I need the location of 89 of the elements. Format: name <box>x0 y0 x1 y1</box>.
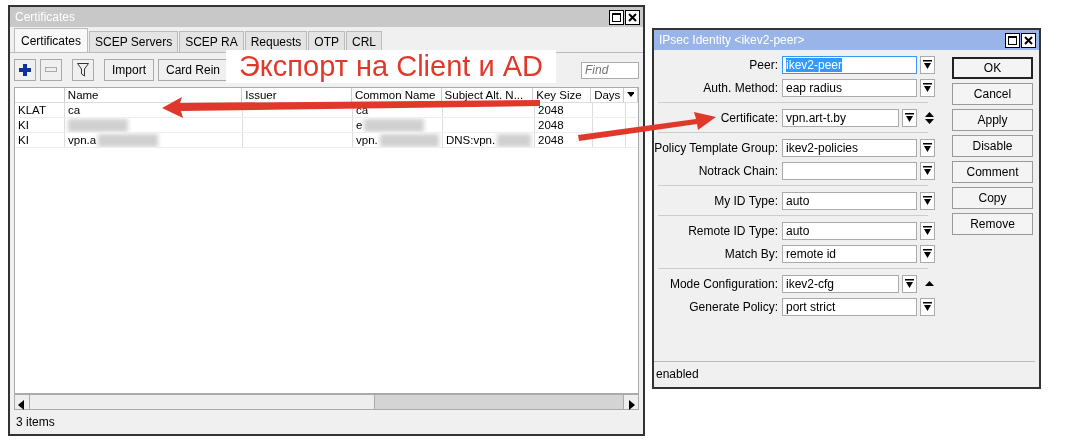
dropdown-icon <box>923 195 932 206</box>
text-field[interactable]: port strict <box>782 297 917 316</box>
search-field[interactable]: Find <box>581 61 639 79</box>
field-label: Match By: <box>723 245 779 263</box>
dialog-button[interactable]: Comment <box>952 161 1033 183</box>
field-label: Certificate: <box>719 109 779 127</box>
dialog-button[interactable]: Remove <box>952 213 1033 235</box>
table-cell: 2048 <box>538 133 564 147</box>
dialog-button[interactable]: Apply <box>952 109 1033 131</box>
maximize-icon <box>1008 35 1017 45</box>
dialog-button[interactable]: Cancel <box>952 83 1033 105</box>
text-field[interactable]: auto <box>782 191 917 210</box>
dropdown-button[interactable] <box>920 297 935 316</box>
maximize-button[interactable] <box>1005 32 1020 48</box>
table-cell: ca <box>356 103 369 117</box>
tab[interactable]: SCEP Servers <box>89 31 179 52</box>
annotation-text: Экспорт на Client и AD <box>239 49 543 84</box>
window-title: IPsec Identity <ikev2-peer> <box>659 32 805 49</box>
close-button[interactable] <box>1021 32 1036 48</box>
dropdown-button[interactable] <box>920 78 935 97</box>
text-field[interactable] <box>782 161 917 180</box>
table-cell: vpn.a <box>68 133 97 147</box>
field-label: Generate Policy: <box>688 298 779 316</box>
dropdown-icon <box>923 165 932 176</box>
table-cell: KI <box>18 118 29 132</box>
text-field[interactable]: vpn.art-t.by <box>782 108 899 127</box>
field-label: Policy Template Group: <box>654 139 779 157</box>
plus-icon <box>19 64 31 76</box>
dropdown-button[interactable] <box>920 138 935 157</box>
tab[interactable]: CRL <box>346 31 383 52</box>
table-cell: 2048 <box>538 118 564 132</box>
text-field[interactable]: remote id <box>782 244 917 263</box>
status-text: enabled <box>656 367 699 381</box>
status-text: 3 items <box>15 414 56 431</box>
text-field[interactable]: ikev2-policies <box>782 138 917 157</box>
dropdown-icon <box>905 278 914 289</box>
maximize-button[interactable] <box>609 9 624 25</box>
dropdown-button[interactable] <box>902 274 917 293</box>
horizontal-scrollbar[interactable] <box>14 394 639 410</box>
field-label: My ID Type: <box>713 192 779 210</box>
field-label: Auth. Method: <box>702 79 779 97</box>
close-icon <box>1024 35 1033 45</box>
dropdown-icon <box>905 112 914 123</box>
field-label: Peer: <box>748 56 779 74</box>
scrollbar-thumb[interactable] <box>373 395 623 409</box>
dropdown-button[interactable] <box>920 244 935 263</box>
tab[interactable]: SCEP RA <box>179 31 244 52</box>
filter-button[interactable] <box>72 59 94 81</box>
dropdown-button[interactable] <box>920 191 935 210</box>
field-label: Mode Configuration: <box>668 275 779 293</box>
tab[interactable]: OTP <box>308 31 345 52</box>
toolbar-button[interactable]: Card Rein <box>158 59 229 81</box>
field-label: Notrack Chain: <box>697 162 779 180</box>
dialog-button[interactable]: OK <box>952 57 1033 79</box>
table-cell: e <box>356 118 363 132</box>
text-field[interactable]: eap radius <box>782 78 917 97</box>
dropdown-button[interactable] <box>920 55 935 74</box>
dropdown-button[interactable] <box>920 221 935 240</box>
columns-menu-button[interactable] <box>624 88 638 102</box>
close-icon <box>628 12 637 22</box>
dialog-button[interactable]: Disable <box>952 135 1033 157</box>
column-header[interactable]: Days <box>591 88 625 102</box>
tab[interactable]: Certificates <box>14 28 89 52</box>
tab[interactable]: Requests <box>244 31 308 52</box>
toolbar-button[interactable]: Import <box>104 59 154 81</box>
dropdown-icon <box>923 225 932 236</box>
close-button[interactable] <box>625 9 640 25</box>
dropdown-button[interactable] <box>902 108 917 127</box>
dropdown-button[interactable] <box>920 161 935 180</box>
table-cell: 2048 <box>538 103 564 117</box>
table-cell: KI <box>18 133 29 147</box>
dialog-button[interactable]: Copy <box>952 187 1033 209</box>
filter-icon <box>77 63 89 77</box>
dropdown-icon <box>923 248 932 259</box>
dropdown-icon <box>923 301 932 312</box>
dropdown-icon <box>923 82 932 93</box>
maximize-icon <box>612 12 621 22</box>
field-label: Remote ID Type: <box>687 222 779 240</box>
dropdown-icon <box>923 142 932 153</box>
table-cell: KLAT <box>18 103 46 117</box>
table-cell: ca <box>68 103 81 117</box>
add-button[interactable] <box>14 59 36 81</box>
minus-icon <box>45 67 57 73</box>
table-cell: vpn. <box>356 133 378 147</box>
dropdown-icon <box>923 59 932 70</box>
text-field[interactable]: ikev2-cfg <box>782 274 899 293</box>
table-cell: DNS:vpn. <box>446 133 496 147</box>
caret-icon <box>627 92 634 98</box>
text-field[interactable]: auto <box>782 221 917 240</box>
